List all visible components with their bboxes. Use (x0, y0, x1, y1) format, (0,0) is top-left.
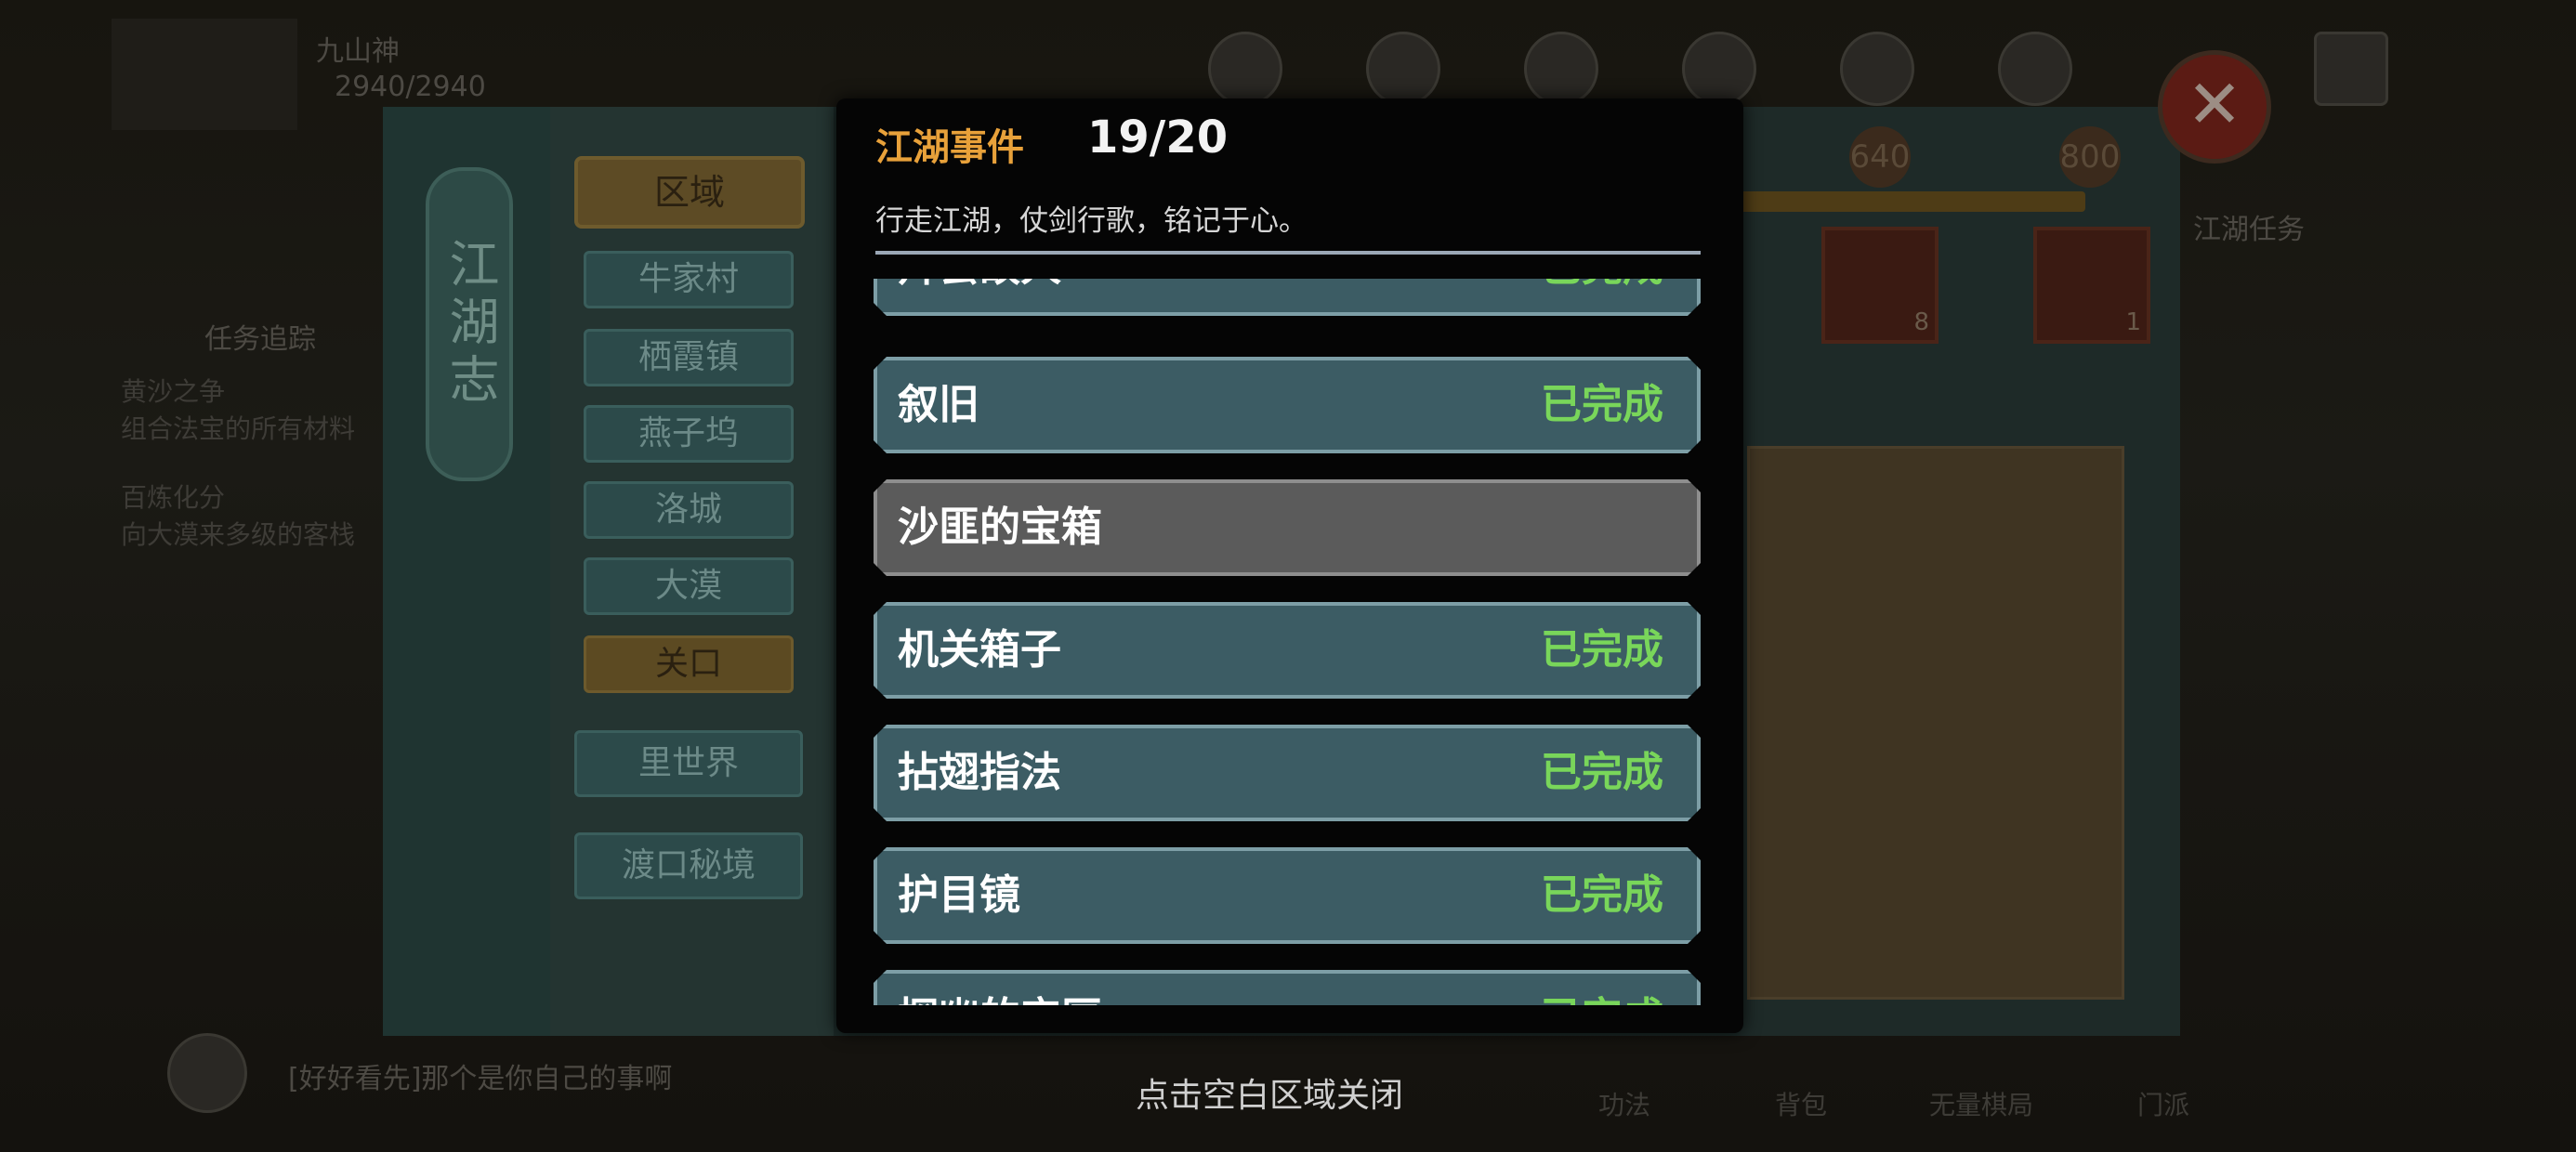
bottom-label-1: 功法 (1598, 1090, 1651, 1120)
event-row[interactable]: 拈翅指法 已完成 (874, 725, 1701, 821)
close-hint-text: 点击空白区域关闭 (1136, 1077, 1404, 1115)
event-name: 拜会故人 (898, 279, 1061, 312)
popup-divider (875, 251, 1701, 255)
reward-item-1[interactable]: 8 (1821, 227, 1939, 344)
event-row[interactable]: 护目镜 已完成 (874, 847, 1701, 944)
menu-icon-1 (1208, 32, 1282, 106)
menu-icon-5 (1840, 32, 1914, 106)
event-row[interactable]: 拜会故人 已完成 (874, 279, 1701, 316)
right-quest-label: 江湖任务 (2193, 214, 2305, 246)
player-hp: 2940/2940 (335, 71, 486, 103)
score-mark-800: 800 (2059, 126, 2121, 188)
event-status: 已完成 (1541, 871, 1663, 919)
menu-icon-7 (2314, 32, 2388, 106)
event-row-pending[interactable]: 沙匪的宝箱 (874, 479, 1701, 576)
player-name: 九山神 (316, 35, 400, 68)
event-status: 已完成 (1541, 749, 1663, 796)
reward-count-2: 1 (2125, 308, 2141, 336)
inner-world-button[interactable]: 里世界 (574, 730, 803, 797)
quest-1-desc: 组合法宝的所有材料 (121, 413, 356, 444)
quest-2-desc: 向大漠来多级的客栈 (121, 519, 356, 550)
score-mark-640: 640 (1849, 126, 1911, 188)
quest-2-title: 百炼化分 (121, 482, 226, 513)
menu-icon-2 (1366, 32, 1440, 106)
region-header: 区域 (574, 156, 805, 229)
region-button-damo[interactable]: 大漠 (584, 557, 794, 615)
event-status: 已完成 (1541, 279, 1663, 312)
reward-item-2[interactable]: 1 (2033, 227, 2150, 344)
region-button-guankou[interactable]: 关口 (584, 635, 794, 693)
region-button-luocheng[interactable]: 洛城 (584, 481, 794, 539)
event-status: 已完成 (1541, 974, 1663, 1005)
reward-count-1: 8 (1913, 308, 1929, 336)
player-avatar (112, 19, 297, 130)
popup-title: 江湖事件 (875, 125, 1024, 169)
event-row[interactable]: 机关箱子 已完成 (874, 602, 1701, 699)
popup-description: 行走江湖，仗剑行歌，铭记于心。 (875, 204, 1308, 238)
journal-title: 江湖志 (426, 167, 513, 481)
event-row[interactable]: 探幽的宝匣 已完成 (874, 970, 1701, 1005)
region-button-yanziwu[interactable]: 燕子坞 (584, 405, 794, 463)
event-name: 叙旧 (898, 381, 979, 428)
bottom-label-3: 无量棋局 (1929, 1090, 2034, 1120)
quest-1-title: 黄沙之争 (121, 376, 226, 407)
event-name: 机关箱子 (898, 626, 1061, 674)
event-status: 已完成 (1541, 626, 1663, 674)
close-button[interactable]: ✕ (2158, 50, 2271, 164)
ferry-realm-button[interactable]: 渡口秘境 (574, 832, 803, 899)
event-name: 沙匪的宝箱 (898, 504, 1102, 551)
chat-icon (167, 1033, 247, 1113)
event-list[interactable]: 拜会故人 已完成 叙旧 已完成 沙匪的宝箱 机关箱子 已完成 拈翅指法 已完成 … (874, 279, 1701, 1005)
reward-progress-bar (1740, 191, 2085, 212)
region-button-niujiacun[interactable]: 牛家村 (584, 251, 794, 308)
close-icon: ✕ (2186, 65, 2243, 143)
chat-message: [好好看先]那个是你自己的事啊 (288, 1063, 673, 1095)
event-name: 护目镜 (898, 871, 1020, 919)
region-map (1747, 446, 2124, 1000)
event-row[interactable]: 叙旧 已完成 (874, 357, 1701, 453)
menu-icon-3 (1524, 32, 1598, 106)
event-status: 已完成 (1541, 381, 1663, 428)
popup-count: 19/20 (1087, 111, 1229, 164)
event-name: 探幽的宝匣 (898, 974, 1102, 1005)
event-name: 拈翅指法 (898, 749, 1061, 796)
menu-icon-4 (1682, 32, 1756, 106)
bottom-label-2: 背包 (1775, 1090, 1828, 1120)
bottom-label-4: 门派 (2137, 1090, 2190, 1120)
region-button-qixiazhen[interactable]: 栖霞镇 (584, 329, 794, 386)
quest-tracker-title: 任务追踪 (204, 323, 316, 356)
menu-icon-6 (1998, 32, 2072, 106)
